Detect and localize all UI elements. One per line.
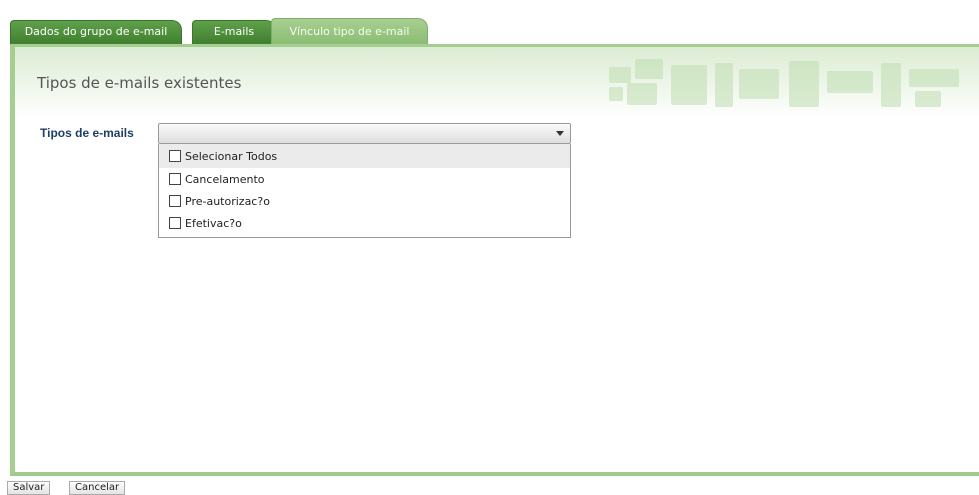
cancel-button[interactable]: Cancelar bbox=[69, 481, 126, 495]
panel-title: Tipos de e-mails existentes bbox=[37, 74, 242, 92]
checkbox[interactable] bbox=[169, 217, 181, 229]
checkbox[interactable] bbox=[169, 150, 181, 162]
tab-dados-do-grupo[interactable]: Dados do grupo de e-mail bbox=[10, 20, 182, 44]
option-label: Efetivac?o bbox=[185, 216, 242, 230]
email-types-select[interactable] bbox=[158, 123, 571, 144]
tab-panel: Tipos de e-mails existentes Tipos de e-m… bbox=[10, 44, 979, 476]
checkbox[interactable] bbox=[169, 195, 181, 207]
email-types-label: Tipos de e-mails bbox=[40, 126, 134, 140]
panel-header-background: Tipos de e-mails existentes bbox=[15, 47, 979, 117]
checkbox[interactable] bbox=[169, 173, 181, 185]
option-label: Cancelamento bbox=[185, 172, 265, 186]
option-efetivacao[interactable]: Efetivac?o bbox=[159, 212, 570, 234]
save-button[interactable]: Salvar bbox=[7, 481, 51, 495]
tab-emails[interactable]: E-mails bbox=[192, 20, 276, 44]
decorative-pattern bbox=[599, 59, 979, 111]
email-types-dropdown: Selecionar Todos Cancelamento Pre-autori… bbox=[158, 144, 571, 238]
option-label: Pre-autorizac?o bbox=[185, 194, 270, 208]
option-pre-autorizacao[interactable]: Pre-autorizac?o bbox=[159, 190, 570, 212]
option-label: Selecionar Todos bbox=[185, 149, 278, 163]
chevron-down-icon bbox=[556, 131, 564, 136]
option-select-all[interactable]: Selecionar Todos bbox=[159, 144, 570, 168]
option-cancelamento[interactable]: Cancelamento bbox=[159, 168, 570, 190]
tab-vinculo-tipo-email[interactable]: Vínculo tipo de e-mail bbox=[271, 18, 428, 44]
